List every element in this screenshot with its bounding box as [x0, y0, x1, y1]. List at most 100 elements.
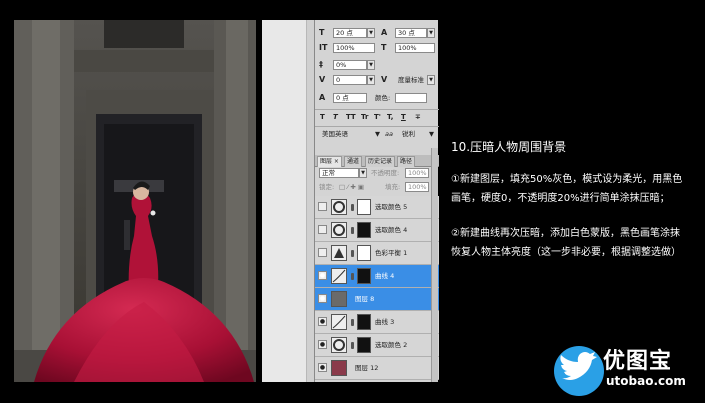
- photo-canvas: [14, 20, 256, 382]
- opacity-field[interactable]: 100%: [405, 168, 429, 178]
- layers-scrollbar[interactable]: [431, 148, 438, 382]
- blend-mode-dropdown[interactable]: ▼: [359, 168, 367, 178]
- layer-mask-thumbnail[interactable]: [357, 199, 371, 215]
- link-icon[interactable]: [351, 250, 354, 257]
- visibility-toggle[interactable]: [318, 225, 327, 234]
- color-label: 颜色:: [375, 94, 391, 102]
- antialias-icon: aa: [385, 130, 393, 138]
- kerning-icon: V: [319, 75, 326, 84]
- link-icon[interactable]: [351, 319, 354, 326]
- tracking-icon: ‡: [319, 60, 323, 69]
- step-text-2a: ②新建曲线再次压暗，添加白色蒙版，黑色画笔涂抹: [451, 228, 680, 239]
- layer-row[interactable]: 色彩平衡 1: [315, 242, 439, 265]
- color-balance-icon: [331, 245, 347, 261]
- text-color-swatch[interactable]: [395, 93, 427, 103]
- layer-name: 图层 8: [355, 295, 375, 303]
- link-icon[interactable]: [351, 342, 354, 349]
- layer-name: 选取颜色 4: [375, 226, 408, 234]
- layer-thumbnail: [331, 291, 347, 307]
- selective-color-icon: [331, 222, 347, 238]
- tracking-field[interactable]: 0%: [333, 60, 367, 70]
- vertical-scale-field[interactable]: 100%: [333, 43, 375, 53]
- curves-adjustment-icon: [331, 314, 347, 330]
- step-title: 10.压暗人物周围背景: [451, 140, 567, 154]
- step-text-1a: ①新建图层，填充50%灰色，模式设为柔光，用黑色: [451, 174, 683, 185]
- layer-name: 曲线 3: [375, 318, 395, 326]
- layer-thumbnail: [331, 360, 347, 376]
- blend-mode-select[interactable]: 正常: [319, 168, 359, 178]
- lock-label: 锁定:: [319, 183, 335, 191]
- layer-row[interactable]: ● 图层 8: [315, 288, 439, 311]
- step-text-2b: 恢复人物主体亮度（这一步非必要，根据调整选做）: [451, 247, 681, 258]
- superscript-button[interactable]: T': [374, 112, 381, 122]
- logo-url: utobao.com: [606, 374, 686, 388]
- layer-row[interactable]: 选取颜色 4: [315, 219, 439, 242]
- canvas-margin: [262, 20, 314, 382]
- eye-icon[interactable]: ●: [318, 317, 327, 326]
- eye-icon[interactable]: ●: [318, 271, 327, 280]
- language-select[interactable]: 美国英语: [319, 129, 371, 139]
- kerning-dropdown[interactable]: ▼: [367, 75, 375, 85]
- divider: [315, 126, 439, 127]
- screenshot-root: T 20 点 ▼ A 30 点 ▼ IT 100% T 100% ‡ 0% ▼ …: [0, 0, 705, 403]
- visibility-toggle[interactable]: [318, 248, 327, 257]
- kerning-field[interactable]: 0: [333, 75, 367, 85]
- faux-bold-button[interactable]: T: [320, 112, 325, 122]
- style-buttons-row: T T TT Tr T' T, T ∓: [315, 112, 439, 124]
- language-dropdown-arrow[interactable]: ▼: [375, 129, 380, 139]
- antialias-select[interactable]: 锐利: [399, 129, 427, 139]
- layer-row[interactable]: ● 曲线 3: [315, 311, 439, 334]
- underline-button[interactable]: T: [401, 112, 406, 122]
- leading-field[interactable]: 30 点: [395, 28, 427, 38]
- layers-panel-tabs: 图层 × 通道 历史记录 路径: [315, 155, 439, 167]
- faux-italic-button[interactable]: T: [333, 112, 338, 122]
- fill-field[interactable]: 100%: [405, 182, 429, 192]
- font-size-field[interactable]: 20 点: [333, 28, 367, 38]
- subscript-button[interactable]: T,: [387, 112, 393, 122]
- lock-icons[interactable]: □ ⁄ ✚ ▣: [339, 182, 364, 192]
- eye-icon[interactable]: ●: [318, 363, 327, 372]
- tracking-dropdown[interactable]: ▼: [367, 60, 375, 70]
- layer-name: 曲线 4: [375, 272, 395, 280]
- kerning-row: V 0 ▼ V 度量标准 ▼: [315, 75, 439, 87]
- layer-mask-thumbnail[interactable]: [357, 245, 371, 261]
- leading-dropdown[interactable]: ▼: [427, 28, 435, 38]
- small-caps-button[interactable]: Tr: [361, 112, 368, 122]
- link-icon[interactable]: [351, 273, 354, 280]
- antialias-dropdown-arrow[interactable]: ▼: [429, 129, 434, 139]
- layer-mask-thumbnail[interactable]: [357, 337, 371, 353]
- layer-row[interactable]: 选取颜色 5: [315, 196, 439, 219]
- all-caps-button[interactable]: TT: [346, 112, 356, 122]
- kerning-mode-dropdown[interactable]: ▼: [427, 75, 435, 85]
- blend-row: 正常 ▼ 不透明度: 100%: [315, 168, 439, 180]
- visibility-toggle[interactable]: [318, 202, 327, 211]
- link-icon[interactable]: [351, 204, 354, 211]
- layer-row[interactable]: ● 曲线 4: [315, 265, 439, 288]
- eye-icon[interactable]: ●: [318, 294, 327, 303]
- tab-channels[interactable]: 通道: [344, 156, 363, 167]
- link-icon[interactable]: [351, 227, 354, 234]
- selective-color-icon: [331, 337, 347, 353]
- horizontal-scale-icon: T: [381, 43, 387, 52]
- fill-label: 填充:: [385, 183, 401, 191]
- canvas-scrollbar[interactable]: [306, 20, 314, 382]
- tab-history[interactable]: 历史记录: [365, 156, 396, 167]
- layer-mask-thumbnail[interactable]: [357, 268, 371, 284]
- bird-logo-icon: [554, 346, 604, 396]
- layer-mask-thumbnail[interactable]: [357, 222, 371, 238]
- font-size-row: T 20 点 ▼ A 30 点 ▼: [315, 28, 439, 40]
- font-size-dropdown[interactable]: ▼: [367, 28, 375, 38]
- opacity-label: 不透明度:: [371, 169, 400, 177]
- tab-layers[interactable]: 图层 ×: [317, 156, 342, 167]
- tab-paths[interactable]: 路径: [397, 156, 416, 167]
- layer-name: 选取颜色 5: [375, 203, 408, 211]
- scale-row: IT 100% T 100%: [315, 43, 439, 55]
- kerning-mode-field[interactable]: 度量标准: [395, 75, 427, 85]
- layer-row[interactable]: ● 选取颜色 2: [315, 334, 439, 357]
- strikethrough-button[interactable]: ∓: [415, 112, 421, 122]
- baseline-field[interactable]: 0 点: [333, 93, 367, 103]
- layer-row[interactable]: ● 图层 12: [315, 357, 439, 380]
- layer-mask-thumbnail[interactable]: [357, 314, 371, 330]
- horizontal-scale-field[interactable]: 100%: [395, 43, 435, 53]
- eye-icon[interactable]: ●: [318, 340, 327, 349]
